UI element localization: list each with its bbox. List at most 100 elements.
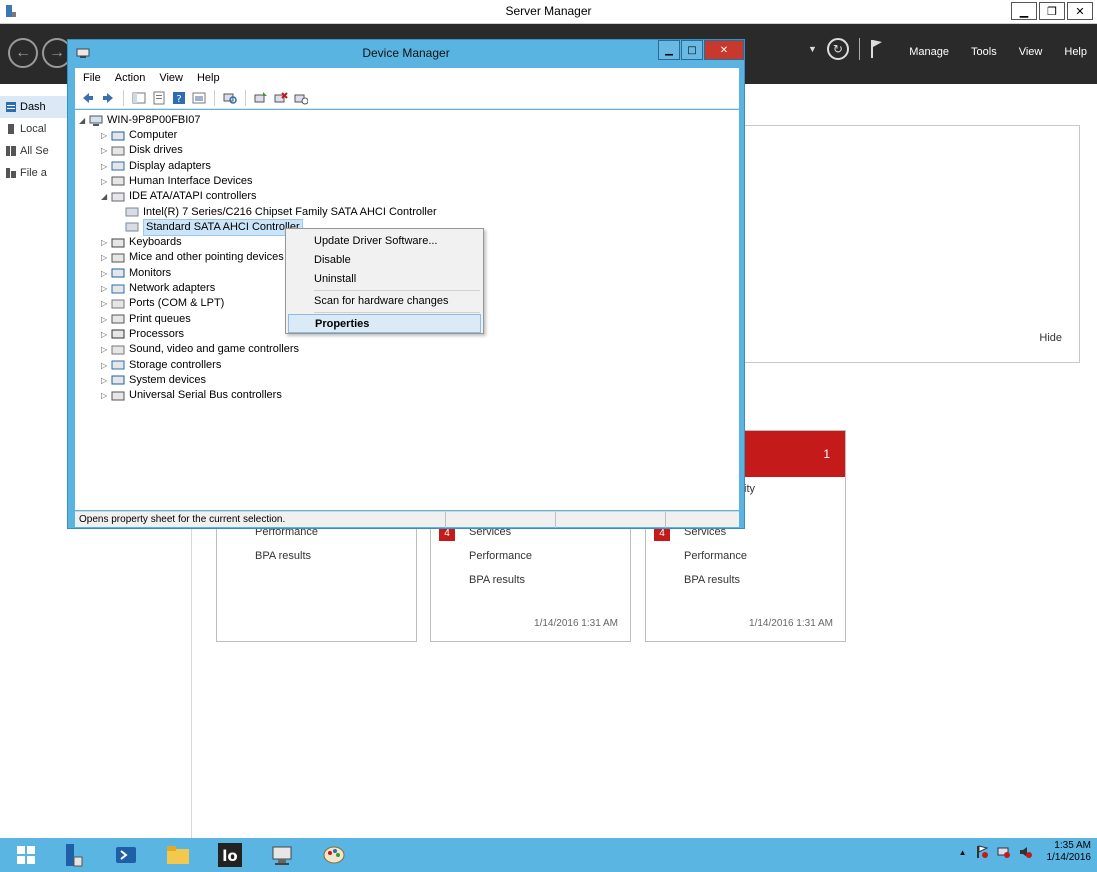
device-category[interactable]: ▷ Mice and other pointing devices [101,250,284,265]
collapsed-arrow-icon[interactable]: ▷ [101,342,111,357]
collapsed-arrow-icon[interactable]: ▷ [101,327,111,342]
expanded-arrow-icon[interactable]: ◢ [101,189,111,204]
action-center-flag-icon[interactable] [975,845,989,859]
collapsed-arrow-icon[interactable]: ▷ [101,388,111,403]
notification-flag-icon[interactable] [870,39,884,59]
ctx-properties[interactable]: Properties [288,314,481,333]
collapsed-arrow-icon[interactable]: ▷ [101,296,111,311]
help-icon[interactable]: ? [172,91,186,105]
volume-icon[interactable] [1019,845,1033,859]
device-category[interactable]: ▷ Display adapters [101,159,211,174]
tile-row-performance[interactable]: Performance [684,550,747,562]
device-category[interactable]: ▷ Computer [101,128,177,143]
menu-view[interactable]: View [1019,46,1043,58]
back-icon[interactable] [81,91,95,105]
device-category[interactable]: ▷ Print queues [101,312,191,327]
tile-row-bpa[interactable]: BPA results [684,574,740,586]
ctx-uninstall[interactable]: Uninstall [288,270,481,289]
device-category[interactable]: ▷ Universal Serial Bus controllers [101,388,282,403]
dashboard-icon [6,102,16,112]
tile-row-manageability[interactable]: ity [744,483,755,495]
minimize-button[interactable]: ▁ [1011,2,1037,20]
collapsed-arrow-icon[interactable]: ▷ [101,373,111,388]
taskbar-server-manager[interactable] [52,840,96,870]
ctx-update-driver[interactable]: Update Driver Software... [288,232,481,251]
device-label: Keyboards [129,236,182,249]
uninstall-device-icon[interactable] [274,91,288,105]
taskbar-libreoffice[interactable]: lo [208,840,252,870]
device-category[interactable]: ▷ System devices [101,373,206,388]
hide-link[interactable]: Hide [1039,332,1062,344]
clock-time: 1:35 AM [1054,840,1091,851]
collapsed-arrow-icon[interactable]: ▷ [101,266,111,281]
ctx-scan-hardware[interactable]: Scan for hardware changes [288,292,481,311]
dm-menu-action[interactable]: Action [115,72,146,84]
expanded-arrow-icon[interactable]: ◢ [79,113,89,128]
update-driver-icon[interactable] [254,91,268,105]
ctx-disable[interactable]: Disable [288,251,481,270]
tree-root[interactable]: ◢ WIN-9P8P00FBI07 [79,113,201,128]
menu-manage[interactable]: Manage [909,46,949,58]
dm-menu-view[interactable]: View [159,72,183,84]
show-hidden-icons-icon[interactable]: ▲ [959,848,967,857]
device-label: Disk drives [129,144,183,157]
collapsed-arrow-icon[interactable]: ▷ [101,312,111,327]
collapsed-arrow-icon[interactable]: ▷ [101,250,111,265]
tile-row-bpa[interactable]: BPA results [469,574,525,586]
libreoffice-icon: lo [218,843,242,867]
device-category[interactable]: ▷ Monitors [101,266,171,281]
show-hide-tree-icon[interactable] [132,91,146,105]
dm-status-bar: Opens property sheet for the current sel… [75,511,739,528]
close-button[interactable]: ✕ [1067,2,1093,20]
back-arrow-icon[interactable]: ← [8,38,38,68]
dropdown-caret-icon[interactable]: ▼ [808,44,817,54]
collapsed-arrow-icon[interactable]: ▷ [101,143,111,158]
collapsed-arrow-icon[interactable]: ▷ [101,128,111,143]
tile-row-performance[interactable]: Performance [469,550,532,562]
network-icon[interactable] [997,845,1011,859]
scan-hardware-icon[interactable] [223,91,237,105]
menu-tools[interactable]: Tools [971,46,997,58]
clock[interactable]: 1:35 AM 1/14/2016 [1047,840,1092,864]
device-category[interactable]: ▷ Storage controllers [101,358,221,373]
collapsed-arrow-icon[interactable]: ▷ [101,235,111,250]
device-label: Ports (COM & LPT) [129,297,225,310]
device-category[interactable]: ▷ Processors [101,327,184,342]
start-button[interactable] [4,840,48,870]
tile-row-bpa[interactable]: BPA results [255,550,311,562]
device-category[interactable]: ◢ IDE ATA/ATAPI controllers [101,189,257,204]
device-category[interactable]: ▷ Human Interface Devices [101,174,253,189]
restore-button[interactable]: ❐ [1039,2,1065,20]
collapsed-arrow-icon[interactable]: ▷ [101,159,111,174]
alert-count-badge: 4 [439,527,455,541]
refresh-icon[interactable]: ↻ [826,38,849,60]
collapsed-arrow-icon[interactable]: ▷ [101,174,111,189]
device-manager-titlebar[interactable]: Device Manager ▁ □ ✕ [68,40,744,67]
view-icon[interactable] [192,91,206,105]
dm-close-button[interactable]: ✕ [704,40,744,60]
device-category[interactable]: ▷ Keyboards [101,235,182,250]
taskbar-device-manager[interactable] [260,840,304,870]
device-category[interactable]: ▷ Sound, video and game controllers [101,342,299,357]
device-category[interactable]: ▷ Network adapters [101,281,215,296]
taskbar-paint[interactable] [312,840,356,870]
device-entry[interactable]: Intel(R) 7 Series/C216 Chipset Family SA… [125,205,437,220]
taskbar-powershell[interactable] [104,840,148,870]
device-entry[interactable]: Standard SATA AHCI Controller [125,218,303,236]
dm-maximize-button[interactable]: □ [681,40,703,60]
device-category[interactable]: ▷ Ports (COM & LPT) [101,296,224,311]
taskbar: lo ▲ 1:35 AM 1/14/2016 [0,838,1097,872]
properties-sheet-icon[interactable] [152,91,166,105]
taskbar-file-explorer[interactable] [156,840,200,870]
disable-device-icon[interactable] [294,91,308,105]
dm-menu-help[interactable]: Help [197,72,220,84]
collapsed-arrow-icon[interactable]: ▷ [101,358,111,373]
svg-text:?: ? [176,94,181,105]
forward-icon[interactable] [101,91,115,105]
window-title: Server Manager [505,4,592,18]
collapsed-arrow-icon[interactable]: ▷ [101,281,111,296]
device-category[interactable]: ▷ Disk drives [101,143,183,158]
dm-menu-file[interactable]: File [83,72,101,84]
menu-help[interactable]: Help [1064,46,1087,58]
dm-minimize-button[interactable]: ▁ [658,40,680,60]
